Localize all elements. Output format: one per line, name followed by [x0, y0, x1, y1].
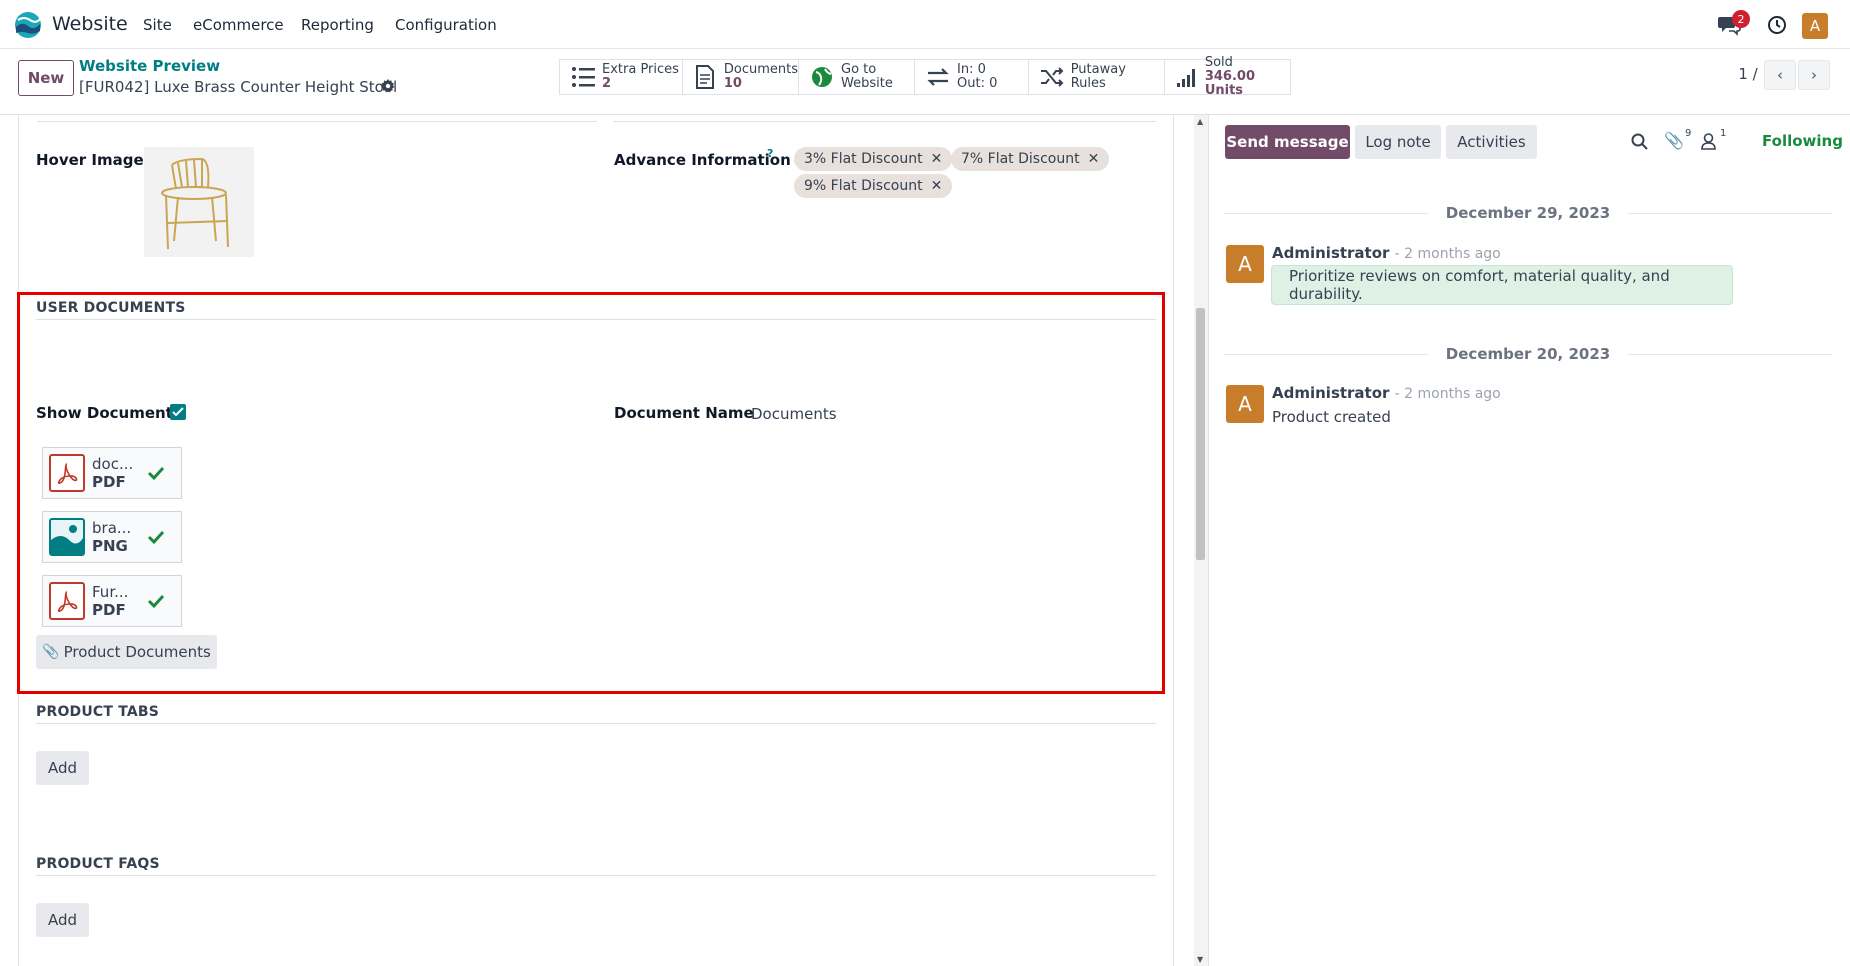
author-name[interactable]: Administrator	[1272, 244, 1389, 262]
scroll-down-icon[interactable]: ▼	[1197, 955, 1203, 964]
menu-configuration[interactable]: Configuration	[395, 16, 497, 34]
separator-line	[1628, 353, 1832, 355]
help-icon[interactable]: ?	[767, 147, 773, 160]
app-name[interactable]: Website	[52, 13, 128, 35]
product-tabs-title: PRODUCT TABS	[36, 704, 160, 720]
section-divider	[36, 723, 1156, 724]
stool-image	[161, 157, 229, 250]
activity-clock-icon[interactable]	[1767, 15, 1787, 35]
smart-button-extra-prices[interactable]: Extra Prices 2	[559, 59, 683, 95]
new-button[interactable]: New	[18, 60, 74, 96]
smart-label: In: 0	[957, 62, 986, 77]
smart-label: Sold	[1204, 55, 1233, 70]
search-icon[interactable]	[1631, 133, 1648, 150]
message-time: - 2 months ago	[1394, 386, 1501, 402]
message-avatar[interactable]: A	[1226, 245, 1264, 283]
user-avatar[interactable]: A	[1802, 13, 1828, 39]
tag-discount: 9% Flat Discount ✕	[794, 174, 953, 198]
hover-image-label: Hover Image	[36, 151, 144, 169]
divider	[37, 121, 597, 122]
message-avatar[interactable]: A	[1226, 385, 1264, 423]
top-navbar: Website Site eCommerce Reporting Configu…	[0, 0, 1850, 49]
message-author[interactable]: Administrator - 2 months ago	[1272, 384, 1501, 402]
log-note-button[interactable]: Log note	[1355, 125, 1441, 159]
message-body: Product created	[1272, 408, 1391, 426]
smart-button-go-to-website[interactable]: Go to Website	[798, 59, 915, 95]
separator-line	[1628, 212, 1832, 214]
smart-label: Go to	[841, 62, 877, 77]
chatter-panel	[1208, 115, 1850, 966]
smart-label-2: Out: 0	[957, 76, 998, 91]
signal-icon	[1175, 65, 1199, 89]
tag-label: 9% Flat Discount	[804, 178, 923, 194]
send-message-button[interactable]: Send message	[1225, 125, 1350, 159]
pager-previous-button[interactable]: ‹	[1764, 60, 1796, 90]
date-label: December 29, 2023	[1445, 204, 1611, 222]
smart-value: 10	[723, 76, 742, 91]
chevron-left-icon: ‹	[1777, 66, 1783, 84]
chevron-right-icon: ›	[1811, 66, 1817, 84]
separator-line	[1224, 212, 1428, 214]
smart-label: Putaway Rules	[1070, 62, 1126, 91]
following-button[interactable]: Following	[1762, 132, 1843, 150]
remove-tag-icon[interactable]: ✕	[931, 178, 943, 194]
activities-button[interactable]: Activities	[1446, 125, 1537, 159]
list-icon	[570, 65, 596, 89]
followers-count: 1	[1720, 128, 1727, 139]
pager-next-button[interactable]: ›	[1798, 60, 1830, 90]
shuffle-icon	[1039, 65, 1065, 89]
paperclip-icon[interactable]: 📎	[1664, 131, 1684, 150]
remove-tag-icon[interactable]: ✕	[931, 151, 943, 167]
date-separator: December 20, 2023	[1224, 344, 1832, 364]
scroll-up-icon[interactable]: ▲	[1197, 117, 1203, 126]
smart-label-2: Website	[841, 76, 893, 91]
record-title: [FUR042] Luxe Brass Counter Height Stool	[79, 78, 398, 96]
attachments-count: 9	[1685, 128, 1692, 139]
messages-badge: 2	[1732, 10, 1750, 28]
smart-value: 2	[602, 76, 612, 91]
scrollbar-thumb[interactable]	[1196, 308, 1205, 560]
smart-value: 346.00 Units	[1204, 69, 1255, 98]
product-faqs-title: PRODUCT FAQS	[36, 856, 160, 872]
smart-button-putaway-rules[interactable]: Putaway Rules	[1028, 59, 1165, 95]
highlight-box	[17, 292, 1165, 694]
menu-site[interactable]: Site	[143, 16, 172, 34]
document-icon	[693, 65, 718, 89]
separator-line	[1224, 353, 1428, 355]
tag-label: 7% Flat Discount	[961, 151, 1080, 167]
message-author[interactable]: Administrator - 2 months ago	[1272, 244, 1501, 262]
follower-icon[interactable]	[1701, 133, 1716, 150]
smart-label: Extra Prices	[602, 62, 679, 77]
section-divider	[36, 875, 1156, 876]
tag-discount: 3% Flat Discount ✕	[794, 147, 953, 171]
smart-button-in-out[interactable]: In: 0 Out: 0	[914, 59, 1029, 95]
tag-label: 3% Flat Discount	[804, 151, 923, 167]
menu-ecommerce[interactable]: eCommerce	[193, 16, 284, 34]
breadcrumb-link[interactable]: Website Preview	[79, 57, 220, 75]
gear-icon[interactable]	[381, 79, 395, 93]
remove-tag-icon[interactable]: ✕	[1088, 151, 1100, 167]
smart-label: Documents	[723, 62, 798, 77]
control-panel: New Website Preview [FUR042] Luxe Brass …	[0, 49, 1850, 115]
tag-discount: 7% Flat Discount ✕	[951, 147, 1110, 171]
hover-image[interactable]	[144, 147, 254, 257]
divider	[613, 121, 1156, 122]
message-bubble: Prioritize reviews on comfort, material …	[1271, 265, 1733, 305]
website-app-icon[interactable]	[14, 11, 42, 39]
add-product-faq-button[interactable]: Add	[36, 903, 89, 937]
add-product-tab-button[interactable]: Add	[36, 751, 89, 785]
smart-button-sold[interactable]: Sold 346.00 Units	[1164, 55, 1291, 98]
transfer-icon	[925, 65, 951, 89]
date-separator: December 29, 2023	[1224, 203, 1832, 223]
smart-button-documents[interactable]: Documents 10	[682, 59, 799, 95]
date-label: December 20, 2023	[1445, 345, 1611, 363]
globe-icon	[809, 65, 835, 89]
message-time: - 2 months ago	[1394, 246, 1501, 262]
advance-information-label: Advance Information	[614, 151, 791, 169]
author-name[interactable]: Administrator	[1272, 384, 1389, 402]
menu-reporting[interactable]: Reporting	[301, 16, 374, 34]
